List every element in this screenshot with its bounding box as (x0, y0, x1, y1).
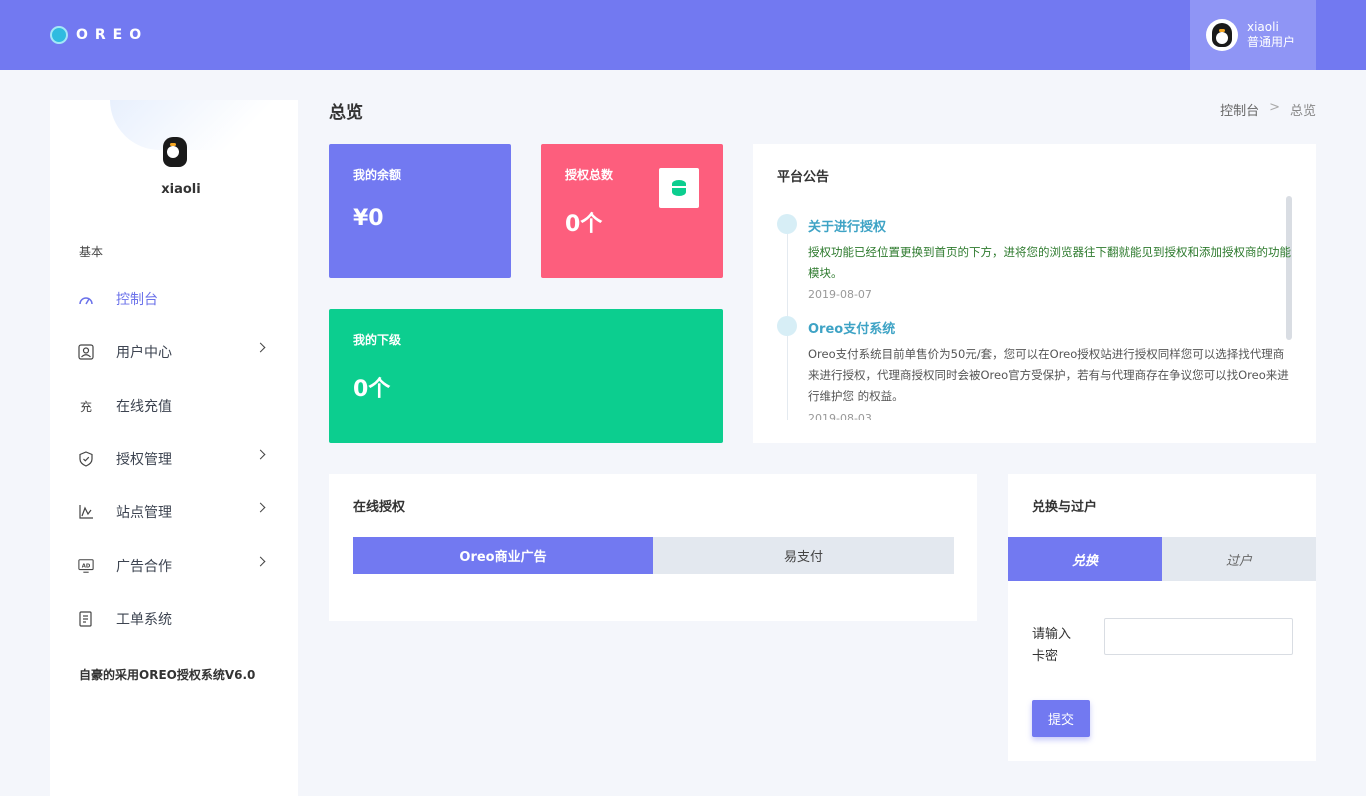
ticket-icon (78, 611, 94, 627)
chevron-right-icon (255, 342, 266, 353)
sidebar-item-label: 用户中心 (116, 345, 172, 361)
chevron-right-icon (255, 556, 266, 567)
breadcrumb: 控制台 > 总览 (1220, 100, 1316, 119)
user-menu[interactable]: xiaoli 普通用户 (1190, 0, 1316, 70)
sidebar-item-label: 工单系统 (116, 612, 172, 628)
sidebar: xiaoli 基本 控制台 用户中心 充 在线充值 授权管理 站点管理 AD 广… (50, 100, 298, 796)
timeline-dot-icon (777, 316, 797, 336)
sidebar-item-label: 授权管理 (116, 452, 172, 468)
tab-epay[interactable]: 易支付 (653, 537, 954, 574)
balance-value: ¥0 (353, 206, 384, 231)
submit-button[interactable]: 提交 (1032, 700, 1090, 737)
breadcrumb-current: 总览 (1289, 104, 1316, 119)
user-role: 普通用户 (1247, 35, 1296, 49)
downline-value: 0个 (353, 377, 391, 402)
shield-icon (78, 451, 94, 467)
user-name: xiaoli (1247, 20, 1279, 34)
card-key-input[interactable] (1104, 618, 1293, 655)
auth-total-label: 授权总数 (565, 168, 614, 182)
tab-exchange[interactable]: 兑换 (1008, 537, 1162, 581)
online-auth-tabs: Oreo商业广告 易支付 (353, 537, 954, 574)
sidebar-item-auth-management[interactable]: 授权管理 (78, 444, 278, 474)
tab-oreo-ads[interactable]: Oreo商业广告 (353, 537, 653, 574)
sidebar-section-label: 基本 (79, 245, 104, 259)
top-navbar: OREO xiaoli 普通用户 (0, 0, 1366, 70)
notice-item-date: 2019-08-07 (808, 288, 872, 301)
downline-card: 我的下级 0个 (329, 309, 723, 443)
sidebar-item-ticket-system[interactable]: 工单系统 (78, 604, 278, 634)
balance-label: 我的余额 (353, 168, 402, 182)
logo[interactable]: OREO (50, 24, 148, 46)
user-card-icon (78, 344, 94, 360)
gauge-icon (78, 291, 94, 307)
balance-card: 我的余额 ¥0 (329, 144, 511, 278)
chevron-right-icon (255, 502, 266, 513)
exchange-title: 兑换与过户 (1032, 500, 1098, 515)
online-auth-title: 在线授权 (353, 500, 406, 515)
notice-item-body: Oreo支付系统目前单售价为50元/套，您可以在Oreo授权站进行授权同样您可以… (808, 347, 1289, 403)
logo-text: OREO (76, 27, 149, 43)
notice-panel: 平台公告 关于进行授权 授权功能已经位置更换到首页的下方，进将您的浏览器往下翻就… (753, 144, 1316, 443)
recharge-icon: 充 (79, 399, 92, 414)
online-auth-panel: 在线授权 Oreo商业广告 易支付 (329, 474, 977, 621)
sidebar-item-site-management[interactable]: 站点管理 (78, 497, 278, 527)
logo-icon (50, 26, 68, 44)
sidebar-username: xiaoli (161, 182, 201, 197)
avatar[interactable] (1206, 19, 1238, 51)
breadcrumb-separator: > (1269, 100, 1280, 115)
notice-panel-title: 平台公告 (777, 170, 830, 185)
exchange-tabs: 兑换 过户 (1008, 537, 1316, 581)
database-badge (659, 168, 699, 208)
exchange-panel: 兑换与过户 兑换 过户 请输入卡密 提交 (1008, 474, 1316, 761)
chevron-right-icon (255, 449, 266, 460)
auth-total-card: 授权总数 0个 (541, 144, 723, 278)
tab-transfer[interactable]: 过户 (1162, 537, 1316, 581)
svg-text:AD: AD (82, 563, 91, 569)
penguin-avatar-icon (1212, 23, 1232, 47)
sidebar-item-label: 控制台 (116, 292, 158, 308)
sidebar-item-recharge[interactable]: 充 在线充值 (78, 391, 278, 421)
sidebar-item-dashboard[interactable]: 控制台 (78, 284, 278, 314)
notice-list: 关于进行授权 授权功能已经位置更换到首页的下方，进将您的浏览器往下翻就能见到授权… (777, 206, 1293, 420)
notice-item-body: 授权功能已经位置更换到首页的下方，进将您的浏览器往下翻就能见到授权和添加授权商的… (808, 245, 1291, 280)
notice-item-date: 2019-08-03 (808, 412, 872, 420)
page-title: 总览 (329, 103, 363, 123)
sidebar-avatar[interactable] (158, 134, 192, 170)
chart-icon (78, 504, 94, 520)
sidebar-item-label: 站点管理 (116, 505, 172, 521)
sidebar-item-label: 广告合作 (116, 559, 172, 575)
timeline-dot-icon (777, 214, 797, 234)
notice-item-title[interactable]: Oreo支付系统 (808, 318, 895, 337)
sidebar-footer-note: 自豪的采用OREO授权系统V6.0 (79, 668, 256, 682)
sidebar-item-label: 在线充值 (116, 399, 172, 415)
breadcrumb-home[interactable]: 控制台 (1220, 100, 1259, 119)
notice-item-title[interactable]: 关于进行授权 (808, 216, 886, 235)
sidebar-header-decoration (110, 100, 298, 150)
auth-total-value: 0个 (565, 212, 603, 237)
database-icon (672, 180, 686, 196)
card-key-label: 请输入卡密 (1032, 627, 1072, 664)
downline-label: 我的下级 (353, 333, 402, 347)
sidebar-item-ad-cooperation[interactable]: AD 广告合作 (78, 551, 278, 581)
sidebar-item-user-center[interactable]: 用户中心 (78, 337, 278, 367)
penguin-avatar-icon (163, 137, 187, 167)
ad-icon: AD (78, 558, 94, 574)
